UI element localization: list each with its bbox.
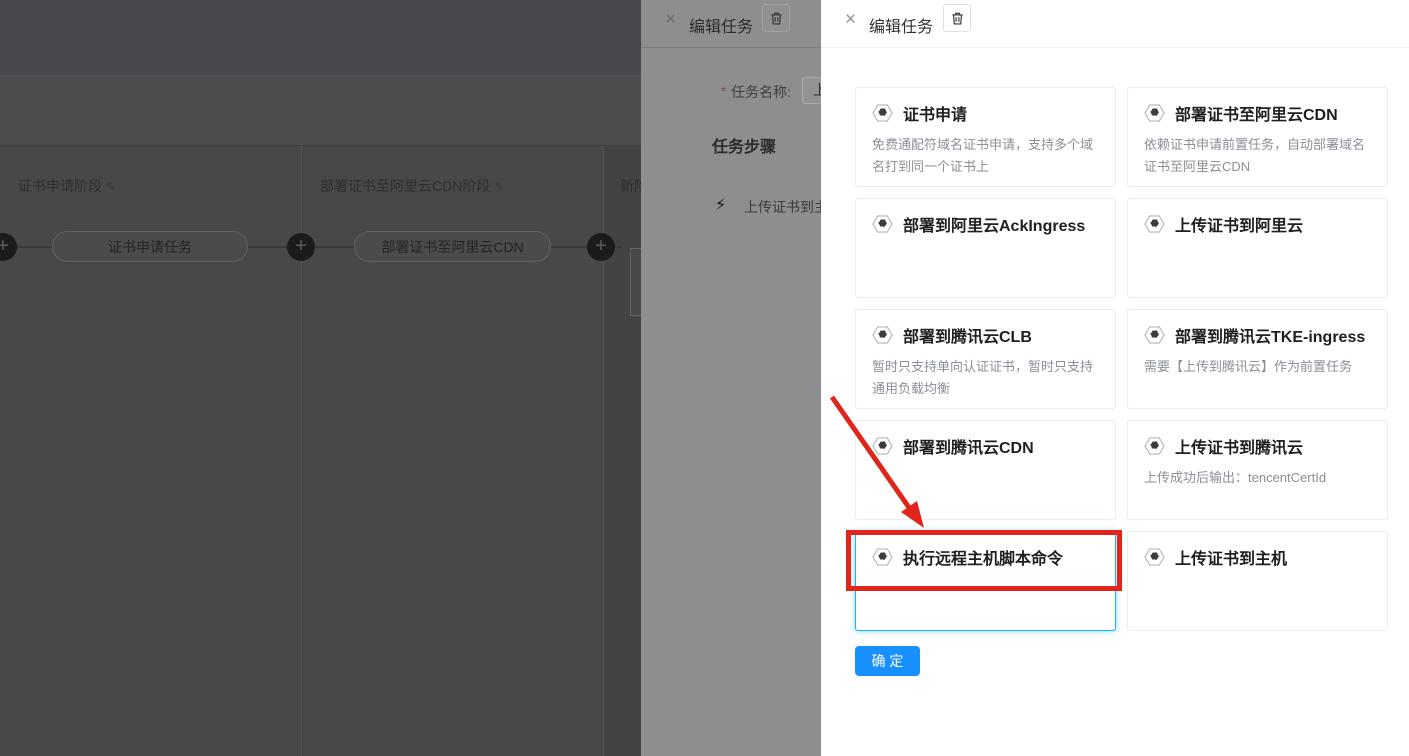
pipeline-canvas: 证书申请阶段 ✎ 部署证书至阿里云CDN阶段 ✎ 新阶段 证书申请任务 部署证书至阿… bbox=[0, 146, 641, 756]
plugin-card-upload-tencent[interactable]: 上传证书到腾讯云 上传成功后输出：tencentCertId bbox=[1127, 420, 1388, 520]
plugin-hexagon-icon bbox=[1144, 324, 1165, 346]
delete-task-button[interactable] bbox=[943, 4, 971, 32]
add-stage-button[interactable]: + bbox=[587, 233, 615, 261]
plugin-hexagon-icon bbox=[872, 435, 893, 457]
close-icon[interactable]: × bbox=[845, 9, 856, 31]
plugin-card-desc: 上传成功后输出：tencentCertId bbox=[1144, 467, 1371, 489]
plugin-card-deploy-tencent-clb[interactable]: 部署到腾讯云CLB 暂时只支持单向认证证书，暂时只支持通用负载均衡 bbox=[855, 309, 1116, 409]
task-pill-cert-request[interactable]: 证书申请任务 bbox=[52, 231, 248, 262]
plugin-card-deploy-ack-ingress[interactable]: 部署到阿里云AckIngress bbox=[855, 198, 1116, 298]
plugin-card-title: 部署到腾讯云CDN bbox=[903, 434, 1034, 458]
plugin-hexagon-icon bbox=[872, 546, 893, 568]
plugin-card-title: 上传证书到主机 bbox=[1175, 545, 1287, 569]
plugin-card-title: 部署到腾讯云TKE-ingress bbox=[1175, 323, 1365, 347]
edit-task-drawer: × 编辑任务 证书申请 免费通配符域名证书申请，支持多个域名打到同一个证书上 部… bbox=[821, 0, 1409, 756]
plugin-card-upload-host[interactable]: 上传证书到主机 bbox=[1127, 531, 1388, 631]
plugin-card-title: 部署证书至阿里云CDN bbox=[1175, 101, 1338, 125]
plugin-card-desc: 免费通配符域名证书申请，支持多个域名打到同一个证书上 bbox=[872, 134, 1099, 178]
lightning-icon: ⚡ bbox=[715, 195, 726, 215]
stage-title-1: 证书申请阶段 ✎ bbox=[18, 176, 116, 196]
plugin-hexagon-icon bbox=[872, 213, 893, 235]
task-name-input[interactable]: 上 bbox=[802, 77, 821, 104]
task-name-label: 任务名称: bbox=[731, 82, 791, 102]
stage-title-text: 证书申请阶段 bbox=[18, 178, 102, 194]
stage-title-text: 部署证书至阿里云CDN阶段 bbox=[320, 178, 490, 194]
edit-pencil-icon[interactable]: ✎ bbox=[494, 180, 504, 194]
task-steps-heading: 任务步骤 bbox=[712, 133, 776, 157]
plugin-hexagon-icon bbox=[1144, 546, 1165, 568]
plugin-card-title: 证书申请 bbox=[903, 101, 967, 125]
plugin-card-cert-request[interactable]: 证书申请 免费通配符域名证书申请，支持多个域名打到同一个证书上 bbox=[855, 87, 1116, 187]
app-header-dimmed bbox=[0, 0, 641, 75]
plugin-card-deploy-tencent-cdn[interactable]: 部署到腾讯云CDN bbox=[855, 420, 1116, 520]
plugin-card-deploy-aliyun-cdn[interactable]: 部署证书至阿里云CDN 依赖证书申请前置任务，自动部署域名证书至阿里云CDN bbox=[1127, 87, 1388, 187]
task-step-item[interactable]: 上传证书到主 bbox=[744, 197, 821, 217]
required-mark: * bbox=[721, 83, 726, 99]
plugin-hexagon-icon bbox=[872, 324, 893, 346]
plugin-card-desc: 依赖证书申请前置任务，自动部署域名证书至阿里云CDN bbox=[1144, 134, 1371, 178]
plugin-hexagon-icon bbox=[1144, 102, 1165, 124]
plugin-hexagon-icon bbox=[1144, 435, 1165, 457]
stage-title-2: 部署证书至阿里云CDN阶段 ✎ bbox=[320, 176, 504, 196]
confirm-button[interactable]: 确 定 bbox=[855, 646, 920, 676]
drawer-title: 编辑任务 bbox=[869, 13, 933, 37]
plugin-card-deploy-tke-ingress[interactable]: 部署到腾讯云TKE-ingress 需要【上传到腾讯云】作为前置任务 bbox=[1127, 309, 1388, 409]
plugin-card-run-remote-script[interactable]: 执行远程主机脚本命令 bbox=[855, 531, 1116, 631]
new-task-placeholder bbox=[630, 248, 641, 316]
plugin-hexagon-icon bbox=[1144, 213, 1165, 235]
edit-task-drawer-background: × 编辑任务 * 任务名称: 上 任务步骤 ⚡ 上传证书到主 bbox=[641, 0, 821, 756]
stage-title-text: 新阶段 bbox=[620, 178, 641, 194]
plugin-card-title: 上传证书到阿里云 bbox=[1175, 212, 1303, 236]
add-stage-button[interactable]: + bbox=[287, 233, 315, 261]
plugin-card-grid: 证书申请 免费通配符域名证书申请，支持多个域名打到同一个证书上 部署到阿里云Ac… bbox=[855, 87, 1388, 631]
delete-task-button[interactable] bbox=[762, 4, 790, 32]
plugin-card-title: 执行远程主机脚本命令 bbox=[903, 545, 1063, 569]
plugin-card-desc: 暂时只支持单向认证证书，暂时只支持通用负载均衡 bbox=[872, 356, 1099, 400]
close-icon[interactable]: × bbox=[665, 9, 676, 31]
task-pill-deploy-cdn[interactable]: 部署证书至阿里云CDN bbox=[354, 231, 551, 262]
plugin-card-desc: 需要【上传到腾讯云】作为前置任务 bbox=[1144, 356, 1371, 378]
plugin-card-title: 部署到阿里云AckIngress bbox=[903, 212, 1085, 236]
trash-icon bbox=[950, 11, 965, 26]
edit-pencil-icon[interactable]: ✎ bbox=[106, 180, 116, 194]
plugin-card-title: 部署到腾讯云CLB bbox=[903, 323, 1032, 347]
trash-icon bbox=[769, 11, 784, 26]
plugin-hexagon-icon bbox=[872, 102, 893, 124]
stage-title-3: 新阶段 bbox=[620, 176, 641, 196]
drawer-title: 编辑任务 bbox=[689, 13, 753, 37]
plugin-card-upload-aliyun[interactable]: 上传证书到阿里云 bbox=[1127, 198, 1388, 298]
pipeline-toolbar-dimmed bbox=[0, 75, 641, 146]
plugin-card-title: 上传证书到腾讯云 bbox=[1175, 434, 1303, 458]
